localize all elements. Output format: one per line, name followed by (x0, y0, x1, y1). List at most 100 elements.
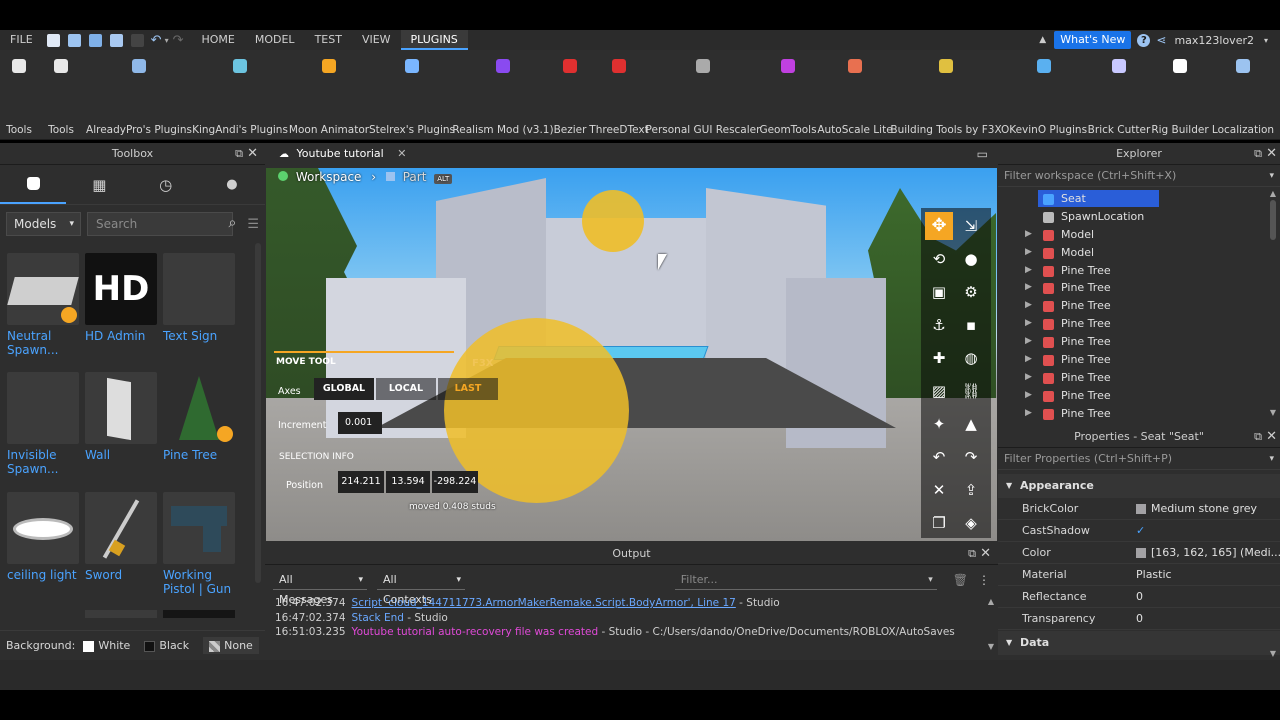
section-data[interactable]: ▼ Data (998, 631, 1280, 655)
search-icon[interactable]: ⌕ (229, 212, 237, 234)
3d-scene[interactable]: Workspace › Part ALT MOVE TOOL F3X Axes … (266, 168, 997, 541)
plugin-icon[interactable] (12, 59, 26, 73)
file-menu[interactable]: FILE (0, 30, 43, 50)
plugin-label[interactable]: Tools (6, 124, 32, 136)
toolbox-asset[interactable]: Neutral Spawn... (7, 253, 79, 357)
close-icon[interactable]: ✕ (1266, 143, 1277, 165)
plugin-label[interactable]: Brick Cutter (1088, 124, 1151, 136)
asset-name[interactable]: Pine Tree (163, 448, 235, 462)
property-row[interactable]: Transparency 0 (998, 608, 1280, 630)
asset-thumbnail[interactable] (163, 372, 235, 444)
plugin-icon[interactable] (322, 59, 336, 73)
weld-tool-icon[interactable]: ⛓ (957, 377, 985, 405)
asset-thumbnail[interactable] (85, 372, 157, 444)
category-select[interactable]: Models ▾ (6, 212, 81, 236)
undo-dropdown-icon[interactable]: ▾ (165, 36, 169, 45)
dock-icon[interactable]: ⧉ (235, 143, 243, 165)
plugin-label[interactable]: Bezier (554, 124, 587, 136)
property-row[interactable]: Color [163, 162, 165] (Medi... (998, 542, 1280, 564)
explorer-item[interactable]: ▶ Pine Tree (998, 315, 1280, 333)
explorer-item[interactable]: ▶ Model (998, 226, 1280, 244)
plugin-icon[interactable] (132, 59, 146, 73)
tab-marketplace[interactable]: ▦ (66, 165, 132, 204)
collision-tool-icon[interactable]: ▪ (957, 311, 985, 339)
breadcrumb-part[interactable]: Part (403, 170, 427, 184)
more-options-icon[interactable]: ⋮ (978, 573, 990, 587)
plugin-label[interactable]: Rig Builder (1151, 124, 1208, 136)
axes-option-local[interactable]: LOCAL (376, 378, 436, 400)
expand-arrow-icon[interactable]: ▶ (1025, 262, 1032, 280)
tab-plugins[interactable]: PLUGINS (400, 30, 468, 50)
plugin-icon[interactable] (496, 59, 510, 73)
explorer-item[interactable]: ▶ Pine Tree (998, 333, 1280, 351)
axes-option-global[interactable]: GLOBAL (314, 378, 374, 400)
toolbox-asset[interactable]: ceiling light (7, 492, 79, 582)
property-row[interactable]: Material Plastic (998, 564, 1280, 586)
asset-name[interactable]: Text Sign (163, 329, 235, 343)
decorate-tool-icon[interactable]: ▲ (957, 410, 985, 438)
plugin-icon[interactable] (612, 59, 626, 73)
plugin-label[interactable]: Personal GUI Rescaler (646, 124, 761, 136)
toolbox-asset[interactable]: HD HD Admin (85, 253, 157, 343)
asset-thumbnail[interactable] (85, 610, 157, 618)
bg-option-white[interactable]: White (83, 639, 130, 652)
share-icon[interactable]: ⋖ (1156, 33, 1166, 47)
close-icon[interactable]: ✕ (247, 143, 258, 165)
material-tool-icon[interactable]: ⚙ (957, 278, 985, 306)
clone-icon[interactable]: ❐ (925, 509, 953, 537)
asset-thumbnail[interactable] (163, 610, 235, 618)
section-appearance[interactable]: ▼ Appearance (998, 474, 1280, 498)
resize-tool-icon[interactable]: ⇲ (957, 212, 985, 240)
plugin-icon[interactable] (1112, 59, 1126, 73)
tab-view[interactable]: VIEW (352, 30, 401, 50)
bg-option-none[interactable]: None (203, 637, 259, 654)
tab-recent[interactable]: ◷ (133, 165, 199, 204)
export-icon[interactable]: ⇪ (957, 476, 985, 504)
position-x[interactable]: 214.211 (338, 471, 384, 493)
asset-thumbnail[interactable] (163, 492, 235, 564)
position-y[interactable]: 13.594 (386, 471, 430, 493)
expand-arrow-icon[interactable]: ▶ (1025, 244, 1032, 262)
undo-icon[interactable]: ↶ (925, 443, 953, 471)
plugin-icon[interactable] (848, 59, 862, 73)
asset-name[interactable]: Wall (85, 448, 157, 462)
plugin-label[interactable]: Tools (48, 124, 74, 136)
layers-icon[interactable]: ◈ (957, 509, 985, 537)
plugin-icon[interactable] (939, 59, 953, 73)
asset-thumbnail[interactable] (7, 253, 79, 325)
explorer-item[interactable]: SpawnLocation (998, 208, 1280, 226)
plugin-label[interactable]: Stelrex's Plugins (369, 124, 455, 136)
expand-arrow-icon[interactable]: ▶ (1025, 279, 1032, 297)
paint-tool-icon[interactable]: ● (957, 245, 985, 273)
plugin-label[interactable]: AlreadyPro's Plugins (86, 124, 192, 136)
property-value[interactable]: Medium stone grey (1151, 498, 1280, 520)
expand-arrow-icon[interactable]: ▶ (1025, 351, 1032, 369)
explorer-item[interactable]: ▶ Pine Tree (998, 405, 1280, 423)
new-part-tool-icon[interactable]: ✚ (925, 344, 953, 372)
position-z[interactable]: -298.224 (432, 471, 478, 493)
tab-model[interactable]: MODEL (245, 30, 305, 50)
property-value[interactable]: [163, 162, 165] (Medi... (1151, 542, 1280, 564)
color-swatch[interactable] (1136, 548, 1146, 558)
asset-thumbnail[interactable] (7, 492, 79, 564)
plugin-label[interactable]: ThreeDText (589, 124, 648, 136)
expand-arrow-icon[interactable]: ▶ (1025, 387, 1032, 405)
plugin-label[interactable]: AutoScale Lite (817, 124, 892, 136)
property-value[interactable]: Plastic (1136, 564, 1266, 586)
plugin-icon[interactable] (54, 59, 68, 73)
asset-thumbnail[interactable] (163, 253, 235, 325)
expand-arrow-icon[interactable]: ▶ (1025, 405, 1032, 423)
collapse-ribbon-icon[interactable]: ▲ (1039, 35, 1046, 45)
property-row[interactable]: CastShadow ✓ (998, 520, 1280, 542)
toolbox-asset[interactable]: Text Sign (163, 253, 235, 343)
asset-name[interactable]: Neutral Spawn... (7, 329, 79, 357)
plugin-icon[interactable] (1236, 59, 1250, 73)
toolbox-asset[interactable]: Invisible Spawn... (7, 372, 79, 476)
dock-icon[interactable]: ⧉ (1254, 143, 1262, 165)
package-icon[interactable] (109, 33, 123, 47)
username-label[interactable]: max123lover2 (1174, 34, 1254, 47)
plugin-icon[interactable] (1037, 59, 1051, 73)
plugin-icon[interactable] (1173, 59, 1187, 73)
anchor-tool-icon[interactable]: ⚓ (925, 311, 953, 339)
new-file-icon[interactable] (46, 33, 60, 47)
